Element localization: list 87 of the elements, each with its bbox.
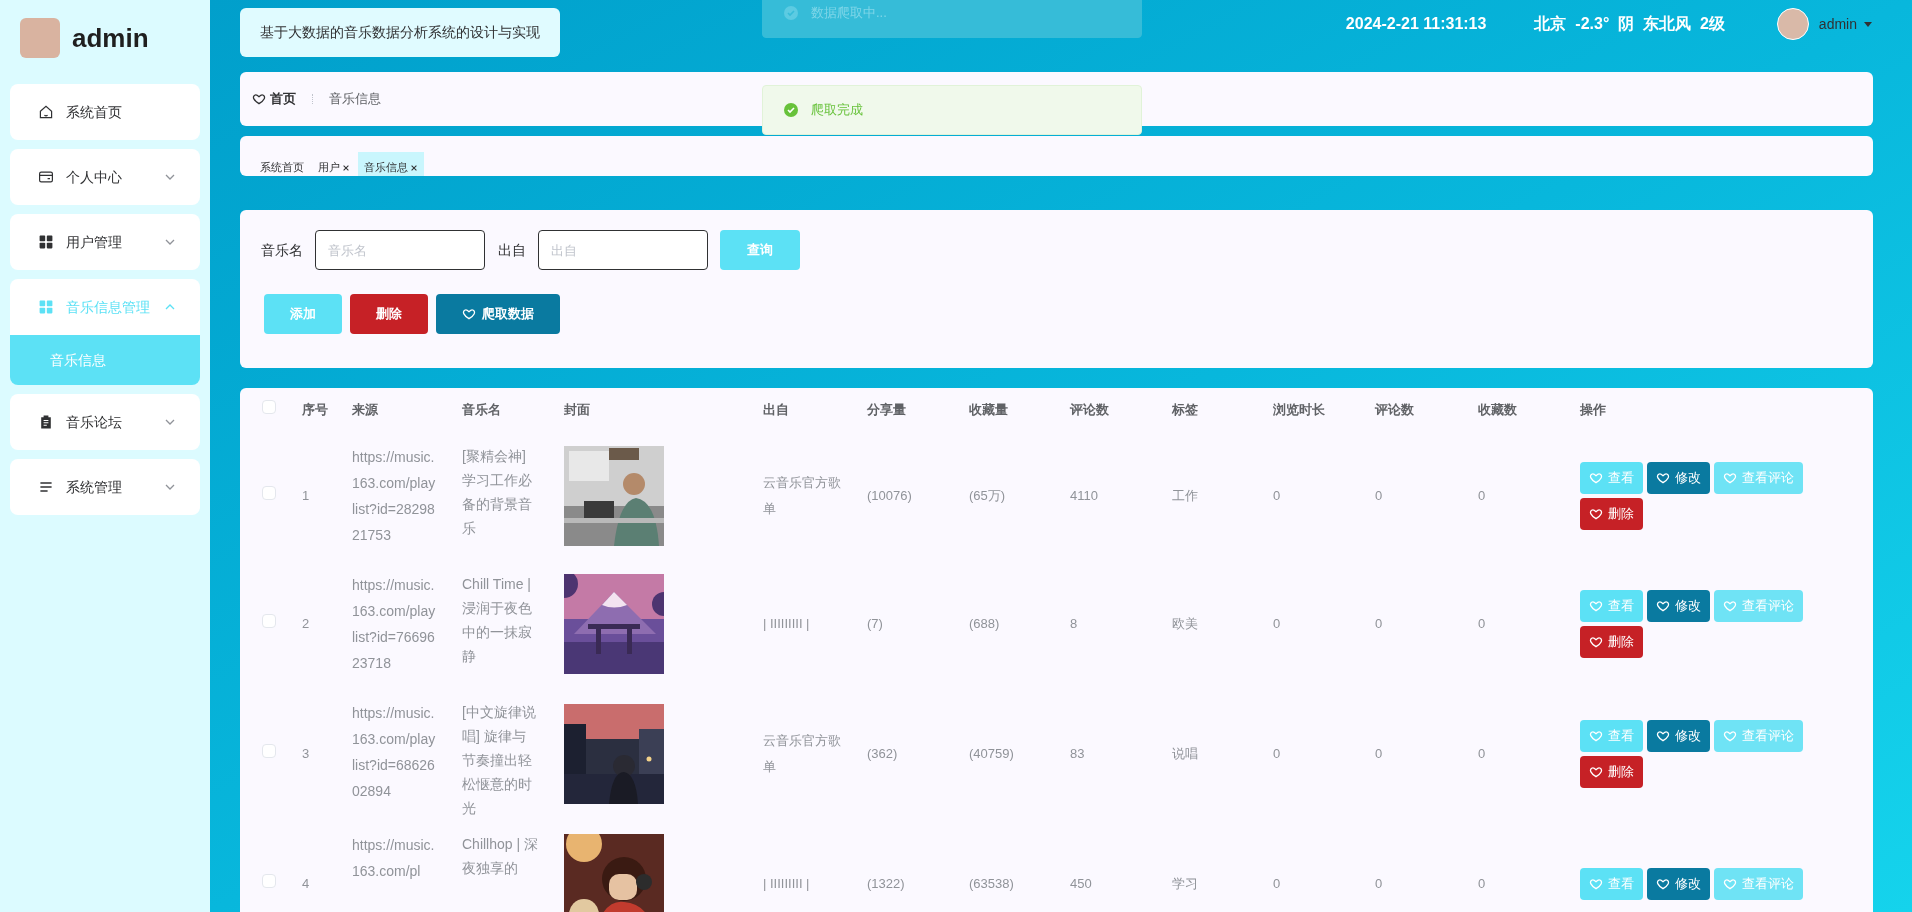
- user-name[interactable]: admin: [1818, 13, 1857, 35]
- table-cell-text: (7): [867, 615, 884, 633]
- menu-item[interactable]: 音乐论坛: [10, 394, 200, 450]
- column-header: 评论数: [1375, 402, 1414, 418]
- column-header: 出自: [763, 402, 789, 418]
- column-header: 评论数: [1070, 402, 1109, 418]
- table-cell-text: 云音乐官方歌单: [763, 732, 842, 776]
- column-header: 操作: [1580, 402, 1606, 418]
- table-cell-text: (688): [969, 615, 1001, 633]
- table-cell-text: 0: [1375, 875, 1384, 893]
- table-cell-text: 0: [1273, 615, 1282, 633]
- table-cell-text: (40759): [969, 745, 1015, 763]
- table-cell: 3: [302, 746, 310, 762]
- menu-item[interactable]: 个人中心: [10, 149, 200, 205]
- column-header: 浏览时长: [1273, 402, 1325, 418]
- table-cell-text: 0: [1273, 745, 1282, 763]
- column-header: 序号: [302, 402, 328, 418]
- column-header: 音乐名: [462, 402, 501, 418]
- table-cell-text: 0: [1375, 487, 1384, 505]
- table-cell: 1: [302, 488, 310, 504]
- table-cell-text: 0: [1478, 875, 1487, 893]
- table-cell-text: (362): [867, 745, 899, 763]
- edit-button[interactable]: 修改: [1647, 720, 1710, 752]
- table-cell: 2: [302, 616, 310, 632]
- edit-button[interactable]: 修改: [1647, 868, 1710, 900]
- table-cell-text: 0: [1273, 875, 1282, 893]
- table-cell-text: 450: [1070, 875, 1093, 893]
- table-cell-text: 学习: [1172, 875, 1199, 893]
- table-cell-text: 0: [1273, 487, 1282, 505]
- column-header: 分享量: [867, 402, 906, 418]
- toast-message: 数据爬取中...: [762, 0, 1142, 38]
- weather-text: 北京 -2.3° 阴 东北风 2级: [1534, 14, 1725, 34]
- table-cell-text: 0: [1375, 615, 1384, 633]
- table-cell-text: 云音乐官方歌单: [763, 474, 842, 518]
- app-title: admin: [72, 21, 149, 55]
- source-link[interactable]: https://music.163.com/playlist?id=2829821753: [352, 444, 436, 548]
- table-cell-text: 0: [1478, 487, 1487, 505]
- music-name: [中文旋律说唱] 旋律与节奏撞出轻松惬意的时光: [462, 703, 537, 818]
- crawl-button[interactable]: 爬取数据: [436, 294, 560, 334]
- table-cell-text: (65万): [969, 487, 1007, 505]
- field-label: 出自: [498, 240, 526, 260]
- delete-button[interactable]: 删除: [1580, 626, 1643, 658]
- table-cell-text: | IIIIIIIII |: [763, 615, 811, 633]
- column-header: 收藏量: [969, 402, 1008, 418]
- table-cell-text: 0: [1478, 615, 1487, 633]
- breadcrumb-item: 音乐信息: [329, 90, 381, 109]
- tab[interactable]: 音乐信息: [358, 152, 424, 176]
- table-cell-text: | IIIIIIIII |: [763, 875, 811, 893]
- table-cell-text: 83: [1070, 745, 1086, 763]
- column-header: 收藏数: [1478, 402, 1517, 418]
- table-cell-text: 说唱: [1172, 745, 1199, 763]
- column-header: 封面: [564, 402, 590, 418]
- column-header: 来源: [352, 402, 378, 418]
- table-cell-text: (63538): [969, 875, 1015, 893]
- table-cell-text: 0: [1375, 745, 1384, 763]
- search-field[interactable]: 音乐名: [315, 230, 485, 270]
- datetime: 2024-2-21 11:31:13: [1345, 14, 1487, 34]
- system-title: 基于大数据的音乐数据分析系统的设计与实现: [240, 8, 560, 57]
- menu-item[interactable]: 系统管理: [10, 459, 200, 515]
- table-cell: 4: [302, 876, 310, 892]
- source-link[interactable]: https://music.163.com/playlist?id=7669623718: [352, 572, 436, 676]
- edit-button[interactable]: 修改: [1647, 590, 1710, 622]
- source-link[interactable]: https://music.163.com/pl: [352, 832, 436, 884]
- table-cell-text: 0: [1478, 745, 1487, 763]
- tab[interactable]: 用户: [312, 152, 356, 176]
- table-cell-text: (1322): [867, 875, 906, 893]
- delete-button[interactable]: 删除: [350, 294, 428, 334]
- music-name: Chill Time | 浸润于夜色中的一抹寂静: [462, 575, 533, 666]
- column-header: 标签: [1172, 402, 1198, 418]
- field-label: 音乐名: [261, 240, 303, 260]
- tab[interactable]: 系统首页: [254, 152, 310, 176]
- table-cell-text: (10076): [867, 487, 913, 505]
- music-name: Chillhop | 深夜独享的: [462, 835, 538, 878]
- source-link[interactable]: https://music.163.com/playlist?id=6862602894: [352, 700, 436, 804]
- table-cell-text: 工作: [1172, 487, 1199, 505]
- edit-button[interactable]: 修改: [1647, 462, 1710, 494]
- music-name: [聚精会神]学习工作必备的背景音乐: [462, 447, 533, 538]
- search-field[interactable]: 出自: [538, 230, 708, 270]
- table-cell-text: 8: [1070, 615, 1079, 633]
- toast-message: 爬取完成: [762, 85, 1142, 135]
- menu-item[interactable]: 系统首页: [10, 84, 200, 140]
- table-cell-text: 4110: [1070, 487, 1099, 505]
- delete-button[interactable]: 删除: [1580, 756, 1643, 788]
- delete-button[interactable]: 删除: [1580, 498, 1643, 530]
- breadcrumb-item[interactable]: 首页: [270, 89, 296, 109]
- table-cell-text: 欧美: [1172, 615, 1199, 633]
- menu-item[interactable]: 用户管理: [10, 214, 200, 270]
